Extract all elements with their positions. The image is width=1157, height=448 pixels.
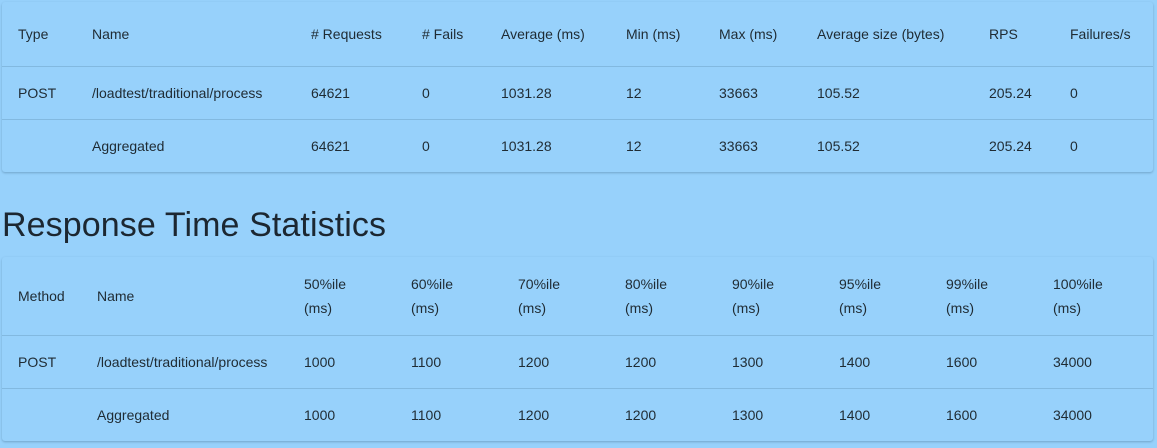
cell-p95: 1400 — [839, 406, 871, 423]
column-header-p100[interactable]: 100%ile (ms) — [1053, 257, 1153, 336]
percentile-label: 100%ile — [1053, 275, 1103, 292]
cell-name: Aggregated — [97, 406, 170, 423]
cell-name: /loadtest/traditional/process — [97, 335, 304, 389]
cell-p80: 1200 — [625, 406, 657, 423]
cell-failures-per-sec: 0 — [1070, 137, 1078, 154]
column-header-p95[interactable]: 95%ile (ms) — [839, 257, 946, 336]
cell-method: POST — [2, 335, 97, 389]
cell-requests: 64621 — [311, 66, 422, 120]
column-header-fails[interactable]: # Fails — [422, 2, 501, 67]
table-row: POST /loadtest/traditional/process 1000 … — [2, 335, 1153, 389]
cell-p80: 1200 — [625, 335, 732, 389]
cell-fails: 0 — [422, 137, 430, 154]
table-row-aggregated: Aggregated 1000 1100 1200 1200 1300 1400… — [2, 388, 1153, 441]
unit-label: (ms) — [304, 299, 332, 316]
cell-requests: 64621 — [311, 137, 350, 154]
cell-p60: 1100 — [411, 406, 442, 423]
cell-method — [2, 388, 97, 441]
request-statistics-table: Type Name # Requests # Fails Average (ms… — [2, 2, 1153, 172]
column-header-type[interactable]: Type — [2, 2, 92, 67]
cell-p90: 1300 — [732, 335, 839, 389]
column-header-min[interactable]: Min (ms) — [626, 2, 719, 67]
unit-label: (ms) — [625, 299, 653, 316]
unit-label: (ms) — [411, 299, 439, 316]
cell-type: POST — [2, 66, 92, 120]
response-time-table: Method Name 50%ile (ms) 60%ile (ms) 70%ile… — [2, 257, 1153, 441]
cell-p50: 1000 — [304, 406, 336, 423]
column-header-method[interactable]: Method — [2, 257, 97, 336]
cell-rps: 205.24 — [989, 66, 1070, 120]
column-header-name[interactable]: Name — [97, 257, 304, 336]
unit-label: (ms) — [839, 299, 867, 316]
cell-average: 1031.28 — [501, 66, 626, 120]
cell-min: 12 — [626, 66, 719, 120]
cell-name: Aggregated — [92, 137, 165, 154]
cell-max: 33663 — [719, 66, 817, 120]
column-header-p50[interactable]: 50%ile (ms) — [304, 257, 411, 336]
cell-min: 12 — [626, 137, 642, 154]
cell-p70: 1200 — [518, 335, 625, 389]
cell-p99: 1600 — [946, 406, 978, 423]
request-statistics-card: Type Name # Requests # Fails Average (ms… — [2, 2, 1153, 172]
column-header-p90[interactable]: 90%ile (ms) — [732, 257, 839, 336]
cell-p95: 1400 — [839, 335, 946, 389]
column-header-average-size[interactable]: Average size (bytes) — [817, 2, 989, 67]
percentile-label: 80%ile — [625, 275, 668, 292]
column-header-p70[interactable]: 70%ile (ms) — [518, 257, 625, 336]
column-header-failures-per-sec[interactable]: Failures/s — [1070, 2, 1153, 67]
column-header-p60[interactable]: 60%ile (ms) — [411, 257, 518, 336]
percentile-label: 50%ile — [304, 275, 347, 292]
unit-label: (ms) — [732, 299, 760, 316]
column-header-name[interactable]: Name — [92, 2, 311, 67]
cell-name: /loadtest/traditional/process — [92, 66, 311, 120]
table-row: POST /loadtest/traditional/process 64621… — [2, 66, 1153, 120]
column-header-max[interactable]: Max (ms) — [719, 2, 817, 67]
column-header-rps[interactable]: RPS — [989, 2, 1070, 67]
cell-average-size: 105.52 — [817, 137, 860, 154]
unit-label: (ms) — [1053, 299, 1081, 316]
unit-label: (ms) — [946, 299, 974, 316]
cell-type — [2, 119, 92, 172]
cell-fails: 0 — [422, 66, 501, 120]
column-header-p99[interactable]: 99%ile (ms) — [946, 257, 1053, 336]
cell-average-size: 105.52 — [817, 66, 989, 120]
cell-max: 33663 — [719, 137, 758, 154]
percentile-label: 90%ile — [732, 275, 775, 292]
table-row-aggregated: Aggregated 64621 0 1031.28 12 33663 105.… — [2, 119, 1153, 172]
cell-p100: 34000 — [1053, 406, 1092, 423]
cell-rps: 205.24 — [989, 137, 1032, 154]
cell-p60: 1100 — [411, 335, 518, 389]
table-header-row: Method Name 50%ile (ms) 60%ile (ms) 70%ile… — [2, 257, 1153, 336]
percentile-label: 95%ile — [839, 275, 882, 292]
cell-p90: 1300 — [732, 406, 764, 423]
column-header-average[interactable]: Average (ms) — [501, 2, 626, 67]
response-time-card: Method Name 50%ile (ms) 60%ile (ms) 70%ile… — [2, 257, 1153, 441]
cell-p70: 1200 — [518, 406, 550, 423]
table-header-row: Type Name # Requests # Fails Average (ms… — [2, 2, 1153, 67]
percentile-label: 60%ile — [411, 275, 454, 292]
column-header-p80[interactable]: 80%ile (ms) — [625, 257, 732, 336]
percentile-label: 99%ile — [946, 275, 989, 292]
cell-average: 1031.28 — [501, 137, 552, 154]
unit-label: (ms) — [518, 299, 546, 316]
cell-p99: 1600 — [946, 335, 1053, 389]
cell-p50: 1000 — [304, 335, 411, 389]
cell-p100: 34000 — [1053, 335, 1153, 389]
percentile-label: 70%ile — [518, 275, 561, 292]
cell-failures-per-sec: 0 — [1070, 66, 1153, 120]
section-title-response-time: Response Time Statistics — [2, 206, 387, 244]
column-header-requests[interactable]: # Requests — [311, 2, 422, 67]
